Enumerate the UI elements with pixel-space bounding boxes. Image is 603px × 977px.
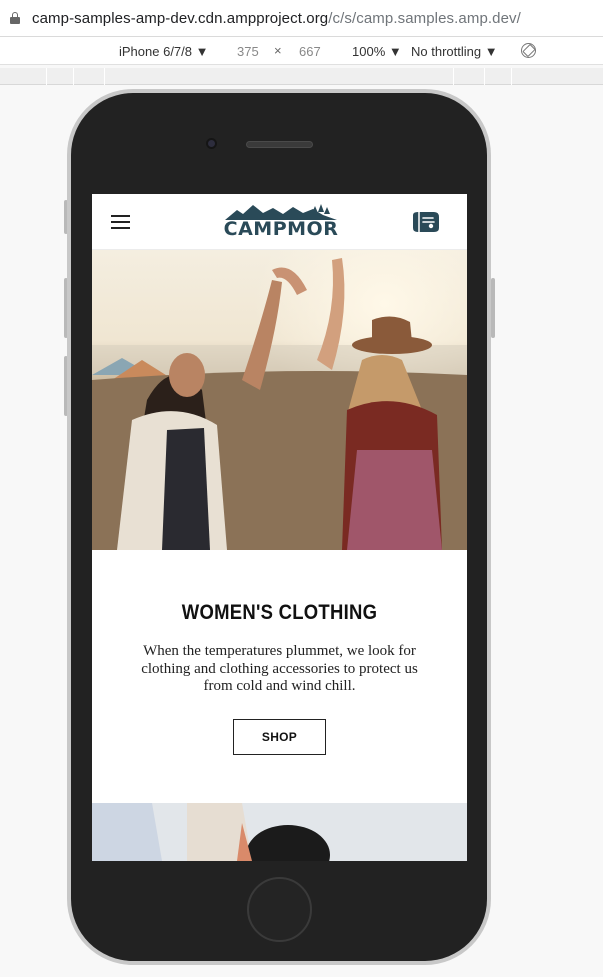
section-description: When the temperatures plummet, we look f… [141, 643, 418, 694]
site-header: CAMPMOR [92, 194, 467, 250]
viewport-width-input[interactable]: 375 [237, 44, 259, 59]
women-dancing-photo [92, 250, 467, 550]
shop-button[interactable]: SHOP [233, 719, 326, 755]
breakpoint-ruler[interactable] [0, 68, 603, 85]
shopping-bag-icon[interactable] [410, 211, 440, 233]
device-toolbar: iPhone 6/7/8 ▼ 375 × 667 100% ▼ No throt… [0, 37, 603, 65]
hamburger-menu-icon[interactable] [111, 215, 130, 229]
logo-text: CAMPMOR [223, 218, 339, 240]
address-bar[interactable]: camp-samples-amp-dev.cdn.ampproject.org/… [0, 0, 603, 37]
url-host: camp-samples-amp-dev.cdn.ampproject.org [32, 9, 329, 27]
power-button [491, 278, 495, 338]
earpiece-speaker [246, 141, 313, 148]
viewport-height-input[interactable]: 667 [299, 44, 321, 59]
url-path: /c/s/camp.samples.amp.dev/ [328, 9, 521, 27]
url-text[interactable]: camp-samples-amp-dev.cdn.ampproject.org/… [32, 10, 521, 27]
dimension-separator: × [274, 43, 282, 58]
throttling-select[interactable]: No throttling ▼ [411, 44, 498, 59]
home-button[interactable] [247, 877, 312, 942]
next-section-photo [92, 803, 467, 861]
rotate-icon[interactable] [521, 43, 536, 58]
campmor-logo[interactable]: CAMPMOR [223, 201, 339, 240]
category-card: WOMEN'S CLOTHING When the temperatures p… [92, 550, 467, 803]
zoom-select[interactable]: 100% ▼ [352, 44, 402, 59]
hero-image[interactable] [92, 250, 467, 550]
device-select[interactable]: iPhone 6/7/8 ▼ [119, 44, 208, 59]
device-screen: CAMPMOR WOMEN'S CLOTHING When the temper… [92, 194, 467, 861]
next-section-image[interactable] [92, 803, 467, 861]
front-camera [206, 138, 217, 149]
section-title: WOMEN'S CLOTHING [181, 601, 378, 624]
lock-icon [10, 12, 20, 24]
